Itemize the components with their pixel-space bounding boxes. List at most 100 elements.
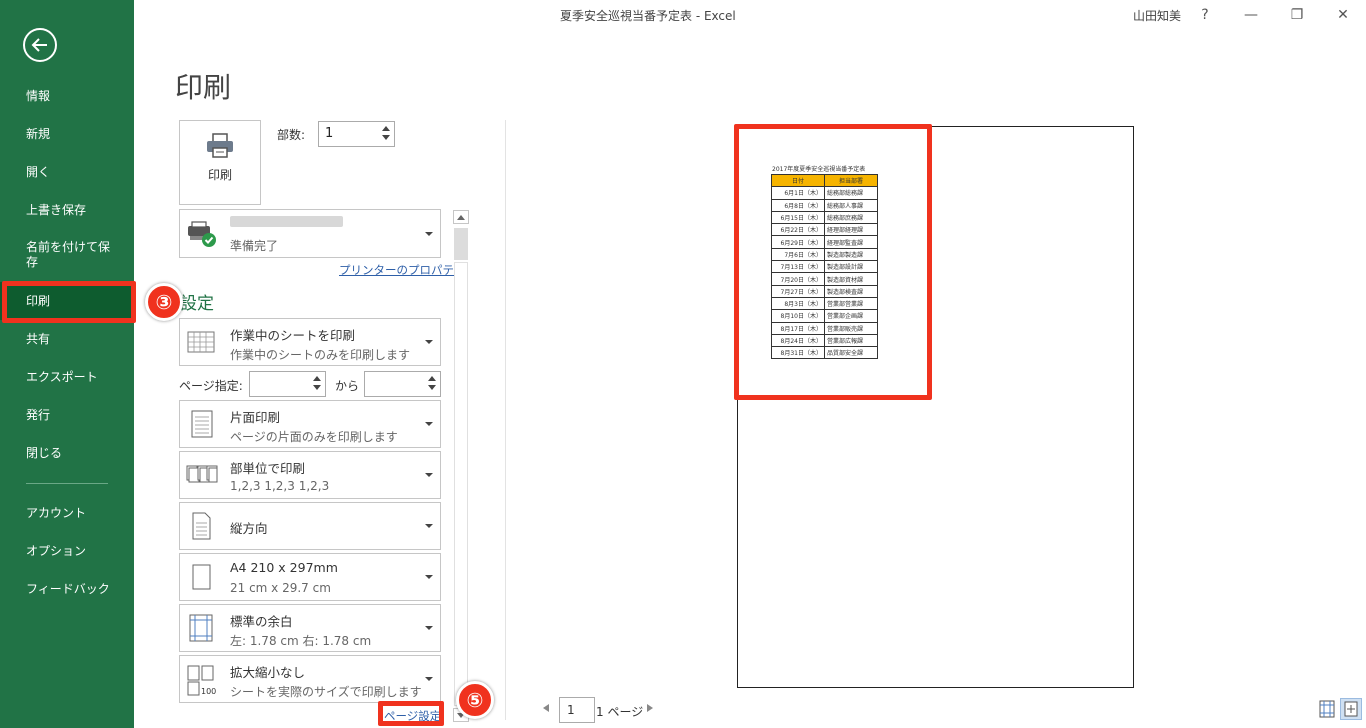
chevron-down-icon bbox=[425, 677, 433, 681]
table-row: 8月3日（木） 営業部営業課 bbox=[771, 296, 878, 311]
print-what-dropdown[interactable]: 作業中のシートを印刷 作業中のシートのみを印刷します bbox=[179, 318, 441, 366]
preview-cell-date: 7月6日（木） bbox=[771, 247, 825, 262]
preview-cell-date: 6月8日（木） bbox=[771, 198, 825, 212]
sidebar-item-save[interactable]: 上書き保存 bbox=[0, 191, 134, 229]
scroll-thumb[interactable] bbox=[454, 228, 468, 260]
chevron-down-icon bbox=[425, 422, 433, 426]
print-button[interactable]: 印刷 bbox=[179, 120, 261, 205]
sidebar-item-options[interactable]: オプション bbox=[0, 532, 134, 570]
orientation-dropdown[interactable]: 縦方向 bbox=[179, 502, 441, 550]
sides-dropdown[interactable]: 片面印刷 ページの片面のみを印刷します bbox=[179, 400, 441, 448]
paper-size-desc: 21 cm x 29.7 cm bbox=[230, 581, 331, 595]
sidebar-item-close[interactable]: 閉じる bbox=[0, 434, 134, 472]
sidebar-item-publish[interactable]: 発行 bbox=[0, 396, 134, 434]
preview-cell-dept: 営業部営業課 bbox=[824, 296, 878, 311]
preview-cell-dept: 営業部販売課 bbox=[824, 321, 878, 335]
preview-cell-dept: 製造部検査課 bbox=[824, 284, 878, 298]
printer-status: 準備完了 bbox=[230, 239, 279, 253]
preview-cell-dept: 経理部監査課 bbox=[824, 235, 878, 249]
preview-cell-dept: 総務部人事課 bbox=[824, 198, 878, 212]
sidebar-item-account[interactable]: アカウント bbox=[0, 494, 134, 532]
annotation-marker-3: ③ bbox=[145, 283, 183, 321]
table-row: 7月13日（木） 製造部設計課 bbox=[771, 260, 878, 274]
table-row: 7月6日（木） 製造部製造課 bbox=[771, 247, 878, 262]
sidebar-item-print[interactable]: 印刷 bbox=[0, 282, 134, 320]
sidebar-item-export[interactable]: エクスポート bbox=[0, 358, 134, 396]
table-row: 8月17日（木） 営業部販売課 bbox=[771, 321, 878, 335]
collation-label: 部単位で印刷 bbox=[230, 461, 306, 476]
sides-label: 片面印刷 bbox=[230, 410, 281, 425]
preview-cell-dept: 総務部庶務課 bbox=[824, 210, 878, 225]
chevron-down-icon bbox=[425, 626, 433, 630]
preview-header-date: 日付 bbox=[771, 173, 825, 188]
collation-dropdown[interactable]: 部単位で印刷 1,2,3 1,2,3 1,2,3 bbox=[179, 451, 441, 499]
printer-name-redacted bbox=[230, 216, 343, 227]
preview-sheet-title: 2017年度夏季安全巡視当番予定表 bbox=[772, 166, 866, 173]
svg-text:100: 100 bbox=[201, 687, 216, 696]
margins-dropdown[interactable]: 標準の余白 左: 1.78 cm 右: 1.78 cm bbox=[179, 604, 441, 652]
current-page-input[interactable]: 1 bbox=[559, 697, 595, 723]
collation-desc: 1,2,3 1,2,3 1,2,3 bbox=[230, 479, 330, 493]
preview-table: 日付 担当部署 6月1日（木） 総務部総務課 6月8日（木） 総務部人事課 6月15… bbox=[771, 173, 878, 360]
page-to-spinner-icon[interactable] bbox=[428, 374, 437, 394]
page-setup-link[interactable]: ページ設定 bbox=[384, 708, 441, 724]
window-title: 夏季安全巡視当番予定表 - Excel bbox=[560, 9, 736, 23]
printer-dropdown[interactable]: 準備完了 bbox=[179, 209, 441, 258]
pane-divider bbox=[505, 120, 506, 720]
scaling-dropdown[interactable]: 100 拡大縮小なし シートを実際のサイズで印刷します bbox=[179, 655, 441, 703]
preview-cell-dept: 製造部製造課 bbox=[824, 247, 878, 262]
sidebar-item-save-as[interactable]: 名前を付けて保存 bbox=[0, 231, 110, 279]
sidebar-item-open[interactable]: 開く bbox=[0, 153, 134, 191]
one-sided-page-icon bbox=[191, 410, 213, 438]
previous-page-icon[interactable] bbox=[543, 704, 549, 712]
preview-cell-date: 6月29日（木） bbox=[771, 235, 825, 249]
sidebar-item-share[interactable]: 共有 bbox=[0, 320, 134, 358]
restore-button[interactable]: ❐ bbox=[1279, 3, 1315, 27]
print-button-label: 印刷 bbox=[207, 168, 232, 182]
preview-cell-date: 7月27日（木） bbox=[771, 284, 825, 298]
printer-properties-link[interactable]: プリンターのプロパティ bbox=[339, 262, 465, 278]
copies-spinner-icon[interactable] bbox=[382, 124, 391, 144]
show-margins-icon[interactable] bbox=[1316, 698, 1338, 720]
back-arrow-icon[interactable] bbox=[23, 28, 57, 62]
table-row: 7月20日（木） 製造部資材課 bbox=[771, 272, 878, 286]
preview-header-dept: 担当部署 bbox=[824, 173, 878, 188]
table-row: 8月24日（木） 営業部広報課 bbox=[771, 333, 878, 348]
preview-cell-date: 8月17日（木） bbox=[771, 321, 825, 335]
printer-icon bbox=[207, 133, 233, 158]
table-row: 8月31日（木） 品質部安全課 bbox=[771, 346, 878, 360]
chevron-down-icon bbox=[425, 340, 433, 344]
sidebar-item-new[interactable]: 新規 bbox=[0, 115, 134, 153]
scroll-up-icon[interactable] bbox=[453, 210, 469, 224]
sidebar-item-info[interactable]: 情報 bbox=[0, 77, 134, 115]
preview-cell-date: 6月15日（木） bbox=[771, 210, 825, 225]
help-button[interactable]: ? bbox=[1187, 3, 1223, 27]
sheet-grid-icon bbox=[187, 331, 215, 353]
preview-cell-dept: 総務部総務課 bbox=[824, 186, 878, 200]
page-to-input[interactable] bbox=[364, 371, 441, 397]
sidebar-divider bbox=[26, 483, 108, 484]
print-what-desc: 作業中のシートのみを印刷します bbox=[230, 348, 411, 362]
portrait-page-icon bbox=[192, 512, 211, 540]
table-row: 6月15日（木） 総務部庶務課 bbox=[771, 210, 878, 225]
preview-cell-date: 8月24日（木） bbox=[771, 333, 825, 348]
page-from-input[interactable] bbox=[249, 371, 326, 397]
settings-scrollbar[interactable] bbox=[453, 210, 469, 722]
sidebar-item-feedback[interactable]: フィードバック bbox=[0, 570, 134, 608]
paper-size-dropdown[interactable]: A4 210 x 297mm 21 cm x 29.7 cm bbox=[179, 553, 441, 601]
paper-size-label: A4 210 x 297mm bbox=[230, 560, 338, 575]
copies-input[interactable]: 1 bbox=[318, 121, 395, 147]
preview-cell-date: 7月20日（木） bbox=[771, 272, 825, 286]
close-button[interactable]: ✕ bbox=[1325, 3, 1361, 27]
margins-icon bbox=[189, 614, 213, 642]
next-page-icon[interactable] bbox=[647, 704, 653, 712]
table-row: 6月29日（木） 経理部監査課 bbox=[771, 235, 878, 249]
scroll-track[interactable] bbox=[454, 262, 468, 706]
scaling-desc: シートを実際のサイズで印刷します bbox=[230, 685, 422, 699]
zoom-to-page-icon[interactable] bbox=[1340, 698, 1362, 720]
minimize-button[interactable]: — bbox=[1233, 3, 1269, 27]
page-from-spinner-icon[interactable] bbox=[313, 374, 322, 394]
user-name[interactable]: 山田知美 bbox=[1133, 7, 1181, 24]
page-title: 印刷 bbox=[175, 71, 232, 104]
sides-desc: ページの片面のみを印刷します bbox=[230, 430, 398, 444]
